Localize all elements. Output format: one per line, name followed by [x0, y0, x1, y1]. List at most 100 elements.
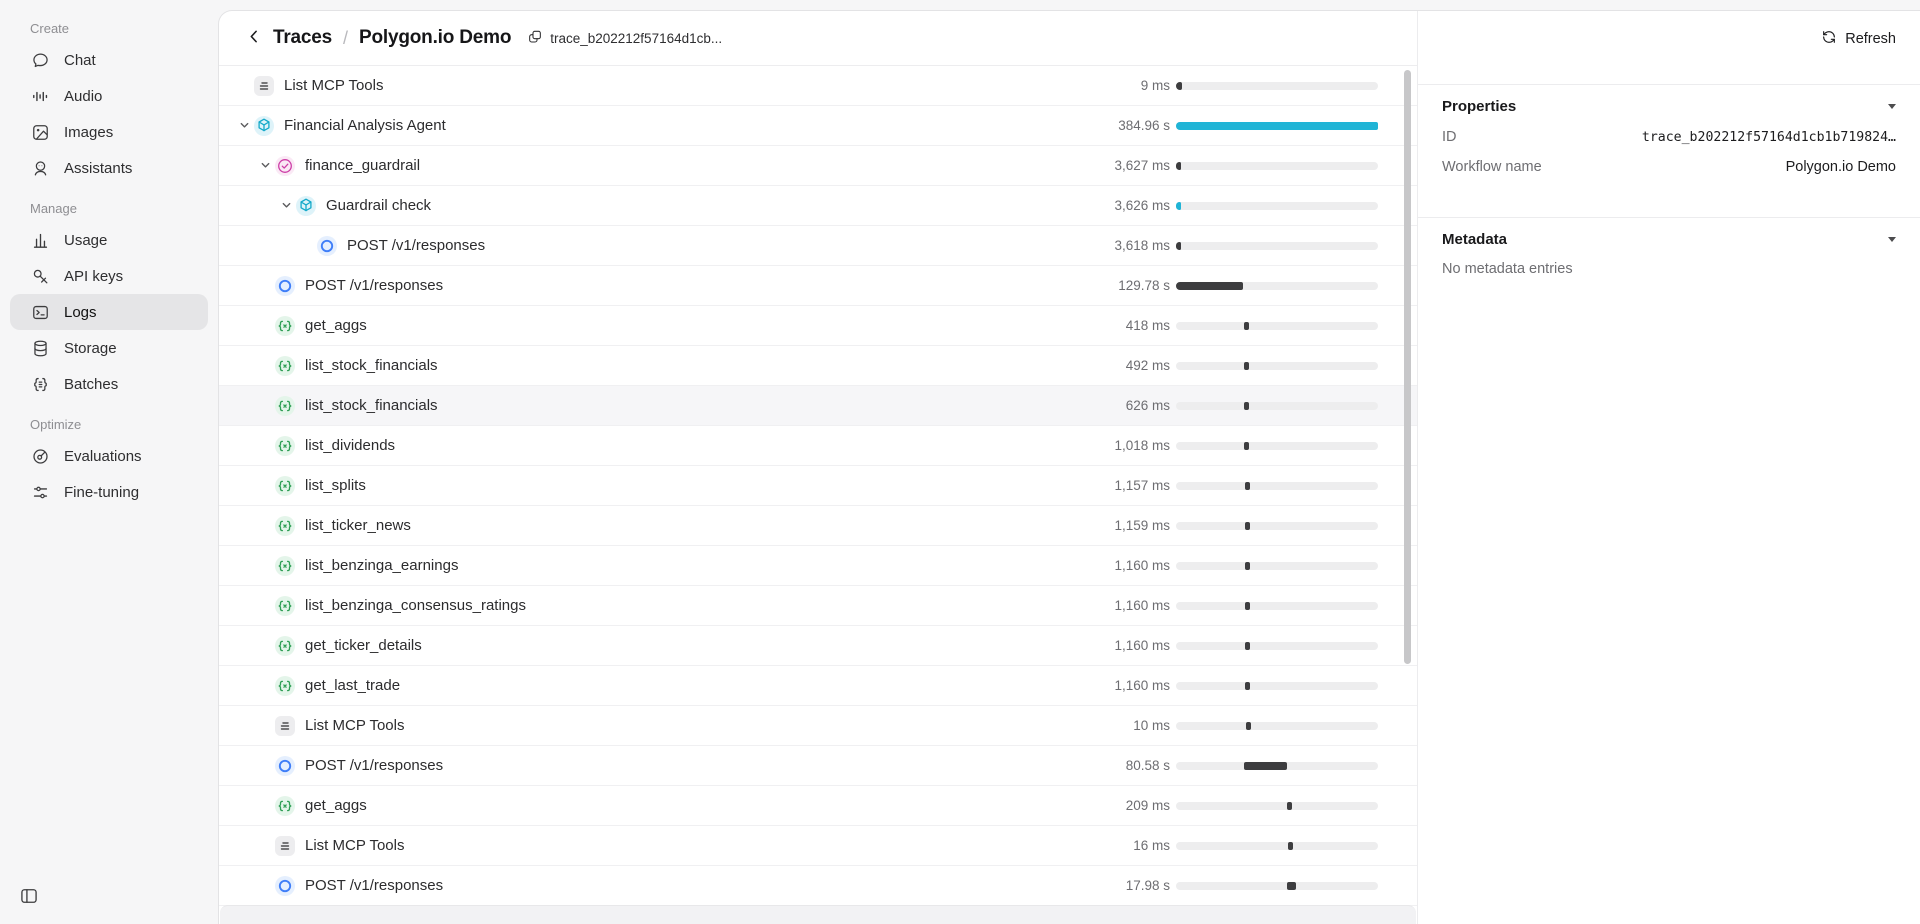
refresh-row: Refresh [1418, 11, 1920, 66]
span-timeline-track [1176, 202, 1378, 210]
twisty-spacer [255, 356, 275, 376]
trace-row-list-mcp-tools[interactable]: List MCP Tools9 ms [219, 66, 1417, 106]
api-icon [317, 236, 337, 256]
span-timeline-track [1176, 762, 1378, 770]
sidebar-item-fine-tuning[interactable]: Fine-tuning [10, 474, 208, 510]
collapse-panel-icon [19, 886, 39, 909]
details-column: Refresh Properties ID trace_b202212f5716… [1418, 11, 1920, 924]
api-icon [275, 756, 295, 776]
span-duration: 129.78 s [1118, 278, 1170, 293]
chevron-down-icon[interactable] [276, 196, 296, 216]
chevron-down-icon[interactable] [234, 116, 254, 136]
span-timeline-track [1176, 162, 1378, 170]
span-timeline-bar [1244, 402, 1249, 410]
span-timeline-bar [1244, 322, 1249, 330]
sidebar-item-usage[interactable]: Usage [10, 222, 208, 258]
trace-row-financial-analysis-agent[interactable]: Financial Analysis Agent384.96 s [219, 106, 1417, 146]
trace-row-post-v1-responses[interactable]: POST /v1/responses17.98 s [219, 866, 1417, 906]
sidebar-nav: CreateChatAudioImagesAssistantsManageUsa… [0, 20, 218, 510]
api-icon [275, 876, 295, 896]
trace-row-get-last-trade[interactable]: get_last_trade1,160 ms [219, 666, 1417, 706]
terminal-icon [30, 302, 50, 322]
function-icon [275, 556, 295, 576]
sidebar-collapse-button[interactable] [16, 884, 42, 910]
span-label: list_benzinga_consensus_ratings [305, 597, 526, 614]
trace-row-list-stock-financials[interactable]: list_stock_financials492 ms [219, 346, 1417, 386]
twisty-spacer [255, 476, 275, 496]
twisty-spacer [255, 716, 275, 736]
agent-icon [254, 116, 274, 136]
chevron-down-icon[interactable] [255, 156, 275, 176]
span-duration: 492 ms [1126, 358, 1170, 373]
sidebar-item-evaluations[interactable]: Evaluations [10, 438, 208, 474]
trace-row-get-aggs[interactable]: get_aggs418 ms [219, 306, 1417, 346]
vertical-scrollbar-thumb[interactable] [1404, 70, 1411, 664]
trace-row-finance-guardrail[interactable]: finance_guardrail3,627 ms [219, 146, 1417, 186]
span-timeline-bar [1244, 362, 1249, 370]
metadata-title: Metadata [1442, 231, 1507, 248]
function-icon [275, 596, 295, 616]
trace-header: Traces / Polygon.io Demo trace_b202212f5… [219, 11, 1417, 66]
trace-row-get-ticker-details[interactable]: get_ticker_details1,160 ms [219, 626, 1417, 666]
trace-id-chip[interactable]: trace_b202212f57164d1cb... [527, 29, 722, 48]
sidebar-item-assistants[interactable]: Assistants [10, 150, 208, 186]
fine-tuning-icon [30, 482, 50, 502]
guardrail-icon [275, 156, 295, 176]
twisty-spacer [255, 276, 275, 296]
property-value-trace-id: trace_b202212f57164d1cb1b719824… [1642, 130, 1896, 145]
sidebar-item-api-keys[interactable]: API keys [10, 258, 208, 294]
trace-row-post-v1-responses[interactable]: POST /v1/responses129.78 s [219, 266, 1417, 306]
trace-row-list-benzinga-earnings[interactable]: list_benzinga_earnings 1,160 ms [219, 546, 1417, 586]
property-row-id: ID trace_b202212f57164d1cb1b719824… [1442, 129, 1896, 145]
sidebar-item-images[interactable]: Images [10, 114, 208, 150]
refresh-label: Refresh [1845, 31, 1896, 47]
trace-row-list-stock-financials[interactable]: list_stock_financials626 ms [219, 386, 1417, 426]
database-icon [30, 338, 50, 358]
properties-title: Properties [1442, 98, 1516, 115]
metadata-section-header[interactable]: Metadata [1442, 231, 1896, 248]
trace-row-list-splits[interactable]: list_splits1,157 ms [219, 466, 1417, 506]
sidebar-section-label-manage: Manage [30, 200, 218, 218]
span-duration: 3,626 ms [1114, 198, 1170, 213]
sidebar-item-storage[interactable]: Storage [10, 330, 208, 366]
chevron-down-icon [1888, 104, 1896, 109]
twisty-spacer [234, 76, 254, 96]
property-value-workflow-name: Polygon.io Demo [1786, 159, 1896, 175]
trace-span-list: List MCP Tools9 msFinancial Analysis Age… [219, 66, 1417, 906]
span-label: list_benzinga_earnings [305, 557, 458, 574]
span-timeline-track [1176, 402, 1378, 410]
function-icon [275, 356, 295, 376]
back-button[interactable] [241, 25, 267, 51]
trace-row-post-v1-responses[interactable]: POST /v1/responses80.58 s [219, 746, 1417, 786]
trace-row-post-v1-responses[interactable]: POST /v1/responses3,618 ms [219, 226, 1417, 266]
span-timeline-track [1176, 82, 1378, 90]
trace-row-list-benzinga-consensus-ratings[interactable]: list_benzinga_consensus_ratings 1,160 ms [219, 586, 1417, 626]
trace-row-list-mcp-tools[interactable]: List MCP Tools16 ms [219, 826, 1417, 866]
metadata-empty-text: No metadata entries [1442, 261, 1896, 277]
span-duration: 1,160 ms [1114, 558, 1170, 573]
trace-row-list-ticker-news[interactable]: list_ticker_news1,159 ms [219, 506, 1417, 546]
breadcrumb-traces[interactable]: Traces [273, 27, 332, 49]
sidebar-item-chat[interactable]: Chat [10, 42, 208, 78]
span-duration: 1,160 ms [1114, 598, 1170, 613]
twisty-spacer [255, 836, 275, 856]
span-timeline-bar [1176, 162, 1181, 170]
function-icon [275, 476, 295, 496]
trace-row-get-aggs[interactable]: get_aggs209 ms [219, 786, 1417, 826]
trace-row-guardrail-check[interactable]: Guardrail check3,626 ms [219, 186, 1417, 226]
agent-icon [296, 196, 316, 216]
key-icon [30, 266, 50, 286]
span-timeline-track [1176, 322, 1378, 330]
span-duration: 1,018 ms [1114, 438, 1170, 453]
twisty-spacer [255, 756, 275, 776]
span-timeline-bar [1244, 442, 1249, 450]
properties-section-header[interactable]: Properties [1442, 98, 1896, 115]
sidebar-item-batches[interactable]: Batches [10, 366, 208, 402]
span-timeline-bar [1245, 602, 1250, 610]
trace-row-list-mcp-tools[interactable]: List MCP Tools10 ms [219, 706, 1417, 746]
refresh-button[interactable]: Refresh [1821, 29, 1896, 49]
trace-row-list-dividends[interactable]: list_dividends1,018 ms [219, 426, 1417, 466]
span-timeline-bar [1176, 82, 1182, 90]
sidebar-item-logs[interactable]: Logs [10, 294, 208, 330]
sidebar-item-audio[interactable]: Audio [10, 78, 208, 114]
